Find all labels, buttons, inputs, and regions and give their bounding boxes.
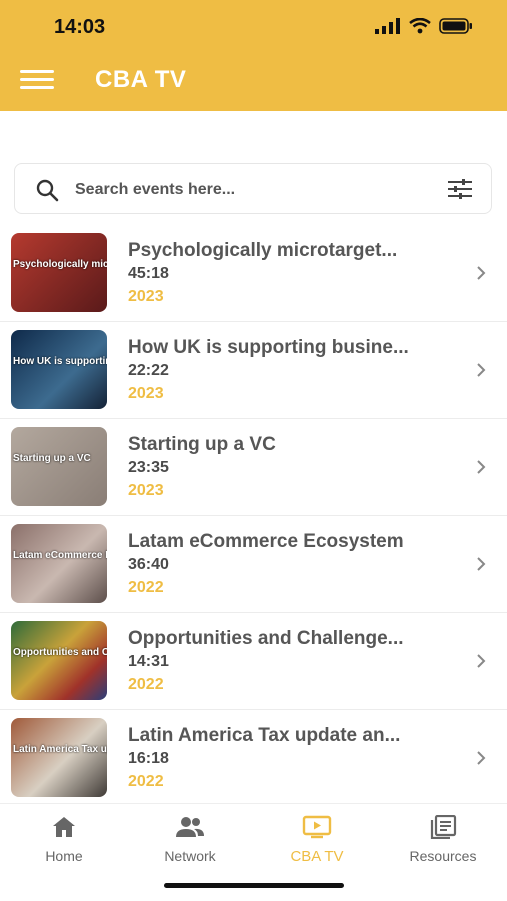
event-thumbnail: Psychologically microtargeted marketing xyxy=(11,233,107,312)
event-thumbnail: Opportunities and Challenges in Latin Am… xyxy=(11,621,107,700)
nav-network-label: Network xyxy=(164,848,216,864)
chevron-right-icon xyxy=(477,266,486,280)
event-year: 2023 xyxy=(128,288,164,305)
chevron-right-icon xyxy=(477,654,486,668)
nav-home-label: Home xyxy=(45,848,83,864)
thumbnail-text: Latin America Tax update and outlook xyxy=(13,744,107,755)
nav-resources[interactable]: Resources xyxy=(383,814,503,864)
event-title: How UK is supporting busine... xyxy=(128,337,409,358)
thumbnail-text: Starting up a VC xyxy=(13,453,91,464)
search-icon xyxy=(36,179,59,202)
wifi-icon xyxy=(409,18,431,34)
event-list: Psychologically microtargeted marketing … xyxy=(0,225,507,807)
people-icon xyxy=(176,817,204,837)
system-icons xyxy=(375,18,473,34)
event-title: Psychologically microtarget... xyxy=(128,240,398,261)
event-year: 2023 xyxy=(128,385,164,402)
event-title: Latam eCommerce Ecosystem xyxy=(128,531,404,552)
event-thumbnail: Latin America Tax update and outlook xyxy=(11,718,107,797)
thumbnail-text: How UK is supporting business in LatAm xyxy=(13,356,107,367)
nav-home[interactable]: Home xyxy=(4,814,124,864)
nav-resources-label: Resources xyxy=(409,848,477,864)
status-bar: 14:03 xyxy=(0,0,507,50)
event-year: 2023 xyxy=(128,482,164,499)
chevron-right-icon xyxy=(477,751,486,765)
event-duration: 45:18 xyxy=(128,265,169,282)
filter-sliders-icon[interactable] xyxy=(447,178,473,200)
event-title: Latin America Tax update an... xyxy=(128,725,401,746)
chevron-right-icon xyxy=(477,460,486,474)
home-indicator xyxy=(164,883,344,888)
page-title: CBA TV xyxy=(95,66,187,93)
tv-icon xyxy=(302,815,332,839)
event-year: 2022 xyxy=(128,579,164,596)
app-bar: CBA TV xyxy=(0,50,507,111)
event-year: 2022 xyxy=(128,773,164,790)
event-year: 2022 xyxy=(128,676,164,693)
nav-network[interactable]: Network xyxy=(130,814,250,864)
event-duration: 36:40 xyxy=(128,556,169,573)
thumbnail-text: Latam eCommerce Ecosystem xyxy=(13,550,107,561)
status-time: 14:03 xyxy=(54,16,106,38)
event-row[interactable]: How UK is supporting business in LatAm H… xyxy=(0,322,507,419)
battery-icon xyxy=(439,18,472,34)
event-row[interactable]: Opportunities and Challenges in Latin Am… xyxy=(0,613,507,710)
event-duration: 16:18 xyxy=(128,750,169,767)
event-thumbnail: How UK is supporting business in LatAm xyxy=(11,330,107,409)
top-bar: 14:03 CBA TV xyxy=(0,0,507,111)
event-row[interactable]: Latin America Tax update and outlook Lat… xyxy=(0,710,507,807)
search-bar xyxy=(14,163,492,214)
thumbnail-text: Opportunities and Challenges in Latin Am… xyxy=(13,647,107,658)
nav-cba-tv[interactable]: CBA TV xyxy=(257,814,377,865)
event-row[interactable]: Psychologically microtargeted marketing … xyxy=(0,225,507,322)
event-row[interactable]: Latam eCommerce Ecosystem Latam eCommerc… xyxy=(0,516,507,613)
chevron-right-icon xyxy=(477,363,486,377)
event-duration: 22:22 xyxy=(128,362,169,379)
search-input[interactable] xyxy=(73,174,437,206)
event-duration: 23:35 xyxy=(128,459,169,476)
documents-icon xyxy=(430,815,457,839)
thumbnail-text: Psychologically microtargeted marketing xyxy=(13,259,107,270)
event-duration: 14:31 xyxy=(128,653,169,670)
event-row[interactable]: Starting up a VC Starting up a VC 23:35 … xyxy=(0,419,507,516)
home-icon xyxy=(53,817,75,837)
chevron-right-icon xyxy=(477,557,486,571)
event-thumbnail: Latam eCommerce Ecosystem xyxy=(11,524,107,603)
event-thumbnail: Starting up a VC xyxy=(11,427,107,506)
signal-icon xyxy=(375,18,400,34)
nav-cba-tv-label: CBA TV xyxy=(290,848,344,865)
hamburger-menu-button[interactable] xyxy=(20,70,54,92)
event-title: Opportunities and Challenge... xyxy=(128,628,404,649)
event-title: Starting up a VC xyxy=(128,434,276,455)
